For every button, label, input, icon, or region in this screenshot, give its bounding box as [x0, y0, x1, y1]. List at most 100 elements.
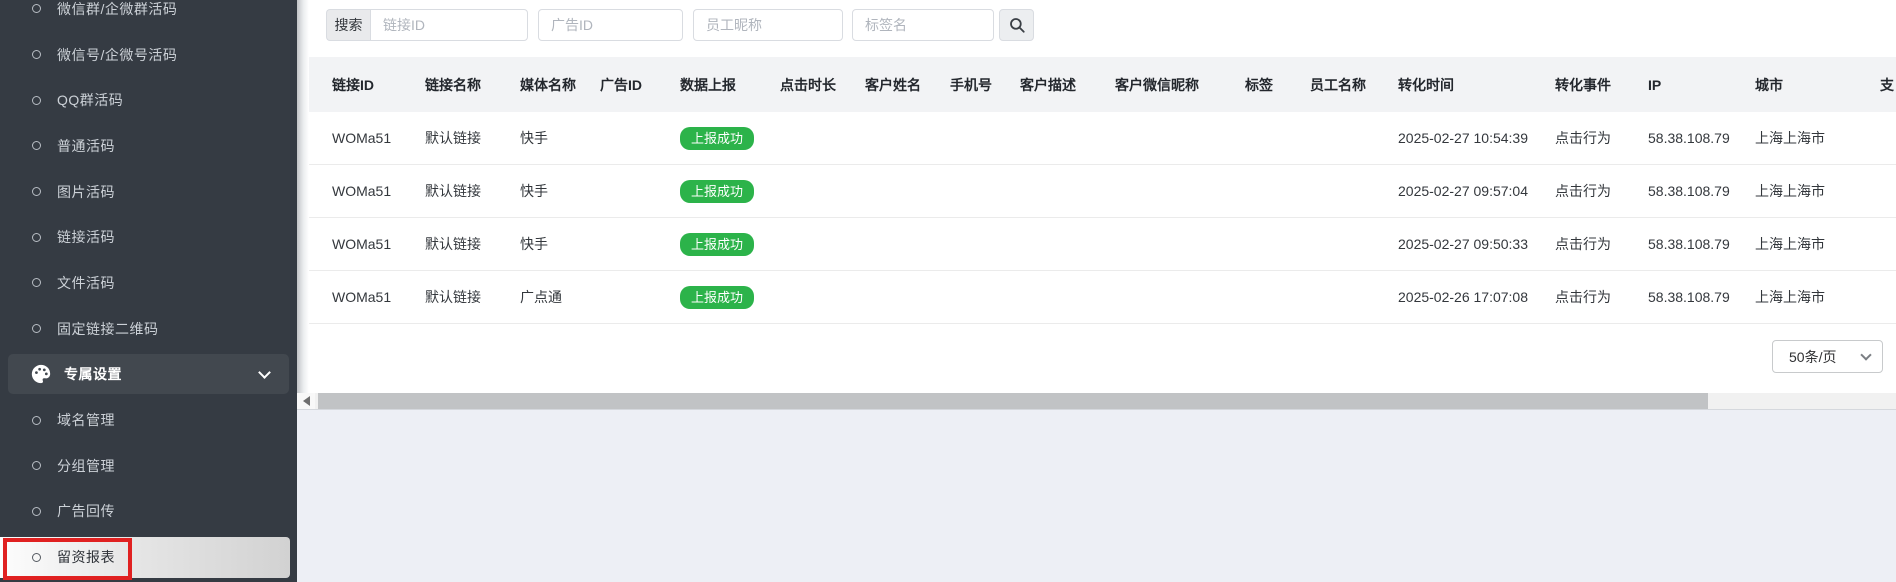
- table-cell: 默认链接: [425, 181, 520, 201]
- sidebar-item-label: QQ群活码: [57, 90, 123, 110]
- table-cell: 2025-02-27 09:50:33: [1398, 236, 1555, 252]
- table-cell: WOMa51: [332, 130, 425, 146]
- table-cell: 58.38.108.79: [1648, 289, 1755, 305]
- column-header: 数据上报: [680, 75, 780, 95]
- sidebar-item-6[interactable]: 文件活码: [0, 260, 297, 306]
- sidebar-item-label: 文件活码: [57, 273, 115, 293]
- table-cell: 上海上海市: [1755, 287, 1880, 307]
- sidebar-item-10[interactable]: 分组管理: [0, 443, 297, 489]
- table-cell: 默认链接: [425, 287, 520, 307]
- table-cell: 58.38.108.79: [1648, 183, 1755, 199]
- table-header-row: 链接ID链接名称媒体名称广告ID数据上报点击时长客户姓名手机号客户描述客户微信昵…: [297, 57, 1896, 112]
- circle-icon: [32, 233, 41, 242]
- vertical-scrollbar[interactable]: [297, 0, 309, 393]
- circle-icon: [32, 187, 41, 196]
- palette-icon: [30, 363, 52, 385]
- column-header: 客户姓名: [865, 75, 950, 95]
- column-header: 标签: [1245, 75, 1310, 95]
- sidebar-item-label: 微信号/企微号活码: [57, 45, 177, 65]
- table-cell: 上报成功: [680, 233, 780, 256]
- sidebar-nav: 微信群/企微群活码微信号/企微号活码 QQ群活码普通活码图片活码链接活码文件活码固…: [0, 0, 297, 580]
- circle-icon: [32, 324, 41, 333]
- circle-icon: [32, 4, 41, 13]
- column-header: 手机号: [950, 75, 1020, 95]
- main-content: 搜索 链接ID链接名称媒体名称广告ID数据上报点击时长客户姓名手机号客户描述客户…: [297, 0, 1896, 410]
- sidebar-item-9[interactable]: 域名管理: [0, 397, 297, 443]
- sidebar: 微信群/企微群活码微信号/企微号活码 QQ群活码普通活码图片活码链接活码文件活码固…: [0, 0, 297, 582]
- horizontal-scrollbar[interactable]: [297, 393, 1896, 410]
- chevron-down-icon: [1860, 349, 1871, 360]
- search-input-group: 搜索: [326, 9, 528, 41]
- table-cell: WOMa51: [332, 289, 425, 305]
- ad-id-input[interactable]: [538, 9, 683, 41]
- page-size-select[interactable]: 50条/页: [1772, 340, 1883, 373]
- tag-name-input[interactable]: [852, 9, 994, 41]
- sidebar-item-0[interactable]: 微信群/企微群活码: [0, 0, 297, 32]
- table-body: WOMa51默认链接快手上报成功2025-02-27 10:54:39点击行为5…: [297, 112, 1896, 324]
- column-header: 转化事件: [1555, 75, 1648, 95]
- sidebar-item-11[interactable]: 广告回传: [0, 489, 297, 535]
- sidebar-item-label: 图片活码: [57, 182, 115, 202]
- staff-nickname-input[interactable]: [693, 9, 843, 41]
- sidebar-item-label: 分组管理: [57, 456, 115, 476]
- table-cell: 58.38.108.79: [1648, 236, 1755, 252]
- circle-icon: [32, 461, 41, 470]
- table-cell: 点击行为: [1555, 181, 1648, 201]
- table-cell: 点击行为: [1555, 287, 1648, 307]
- column-header: IP: [1648, 77, 1755, 93]
- scrollbar-thumb[interactable]: [318, 393, 1708, 409]
- table-cell: 2025-02-27 10:54:39: [1398, 130, 1555, 146]
- column-header: 客户描述: [1020, 75, 1115, 95]
- table-cell: 上海上海市: [1755, 181, 1880, 201]
- sidebar-item-label: 专属设置: [64, 364, 122, 384]
- table-cell: 2025-02-26 17:07:08: [1398, 289, 1555, 305]
- status-badge: 上报成功: [680, 180, 754, 203]
- sidebar-item-2[interactable]: QQ群活码: [0, 77, 297, 123]
- sidebar-item-label: 广告回传: [57, 501, 115, 521]
- sidebar-item-4[interactable]: 图片活码: [0, 169, 297, 215]
- scroll-left-button[interactable]: [297, 393, 315, 409]
- sidebar-item-1[interactable]: 微信号/企微号活码: [0, 32, 297, 78]
- column-header: 城市: [1755, 75, 1880, 95]
- table-cell: 点击行为: [1555, 234, 1648, 254]
- link-id-input[interactable]: [370, 9, 528, 41]
- sidebar-item-3[interactable]: 普通活码: [0, 123, 297, 169]
- circle-icon: [32, 507, 41, 516]
- app-root: { "colors":{"sidebar_bg":"#353b43","badg…: [0, 0, 1896, 582]
- table-cell: 点击行为: [1555, 128, 1648, 148]
- chevron-down-icon: [258, 366, 271, 379]
- sidebar-item-label: 域名管理: [57, 410, 115, 430]
- sidebar-item-label: 普通活码: [57, 136, 115, 156]
- table-cell: 上海上海市: [1755, 234, 1880, 254]
- table-cell: 广点通: [520, 287, 600, 307]
- table-cell: 上海上海市: [1755, 128, 1880, 148]
- sidebar-item-5[interactable]: 链接活码: [0, 214, 297, 260]
- column-header: 媒体名称: [520, 75, 600, 95]
- column-header: 广告ID: [600, 75, 680, 95]
- table-cell: WOMa51: [332, 183, 425, 199]
- table-cell: 快手: [520, 234, 600, 254]
- sidebar-item-label: 链接活码: [57, 227, 115, 247]
- table-row: WOMa51默认链接快手上报成功2025-02-27 09:57:04点击行为5…: [297, 165, 1896, 218]
- table-row: WOMa51默认链接快手上报成功2025-02-27 10:54:39点击行为5…: [297, 112, 1896, 165]
- table-cell: 快手: [520, 128, 600, 148]
- column-header: 链接名称: [425, 75, 520, 95]
- column-header: 转化时间: [1398, 75, 1555, 95]
- search-button[interactable]: [999, 9, 1034, 41]
- table-row: WOMa51默认链接广点通上报成功2025-02-26 17:07:08点击行为…: [297, 271, 1896, 324]
- table-cell: 上报成功: [680, 180, 780, 203]
- column-header: 客户微信昵称: [1115, 75, 1245, 95]
- column-header: 链接ID: [332, 75, 425, 95]
- circle-icon: [32, 416, 41, 425]
- circle-icon: [32, 141, 41, 150]
- table-cell: 58.38.108.79: [1648, 130, 1755, 146]
- table-cell: 默认链接: [425, 234, 520, 254]
- status-badge: 上报成功: [680, 233, 754, 256]
- table-cell: WOMa51: [332, 236, 425, 252]
- table-row: WOMa51默认链接快手 上报成功 2025-02-27 09:50:33点击行为5…: [297, 218, 1896, 271]
- sidebar-item-8[interactable]: 专属设置: [0, 352, 297, 398]
- sidebar-item-7[interactable]: 固定链接二维码: [0, 306, 297, 352]
- search-icon: [1008, 16, 1026, 34]
- status-badge: 上报成功: [680, 127, 754, 150]
- table-cell: 上报成功: [680, 127, 780, 150]
